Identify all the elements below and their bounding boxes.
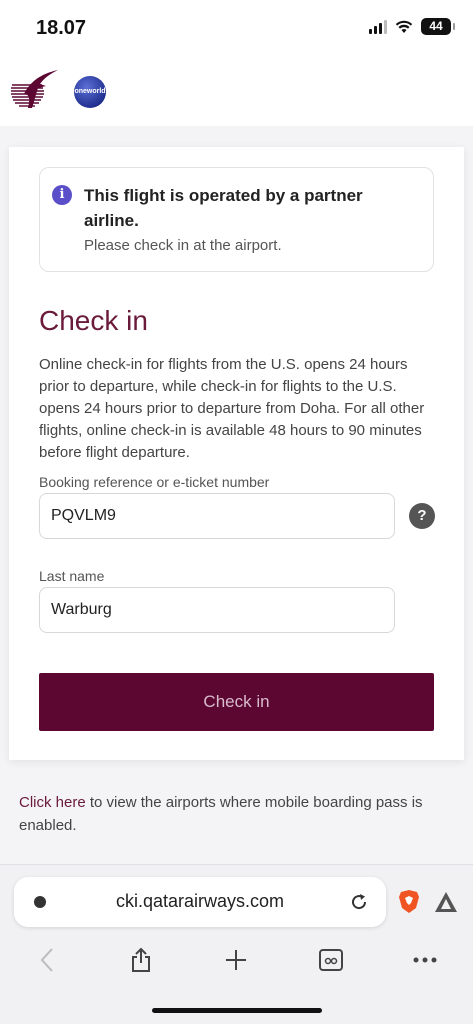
page-title: Check in xyxy=(39,305,148,336)
brand-header: oneworld xyxy=(0,58,473,126)
browser-toolbar: cki.qatarairways.com xyxy=(0,864,473,1024)
checkin-card: i This flight is operated by a partner a… xyxy=(9,147,464,760)
new-tab-button[interactable] xyxy=(221,945,251,975)
reload-icon[interactable] xyxy=(348,891,370,913)
home-indicator[interactable] xyxy=(152,1008,322,1013)
clock: 18.07 xyxy=(36,17,87,39)
last-name-input[interactable] xyxy=(39,587,395,633)
oneworld-logo: oneworld xyxy=(74,76,106,108)
booking-reference-input[interactable] xyxy=(39,493,395,539)
checkin-description: Online check-in for flights from the U.S… xyxy=(39,356,425,461)
status-icons: 44 xyxy=(369,18,455,35)
check-in-button[interactable]: Check in xyxy=(39,673,434,731)
url-text: cki.qatarairways.com xyxy=(115,891,285,911)
share-icon xyxy=(132,947,150,972)
partner-airline-notice: i This flight is operated by a partner a… xyxy=(39,167,434,272)
click-here-link[interactable]: Click here xyxy=(19,794,86,811)
tabs-button[interactable] xyxy=(316,945,346,975)
share-button[interactable] xyxy=(126,945,156,975)
qatar-airways-logo xyxy=(11,70,58,108)
more-menu-button[interactable] xyxy=(410,945,440,975)
address-bar[interactable]: cki.qatarairways.com xyxy=(14,877,386,927)
more-icon xyxy=(413,957,437,963)
help-icon[interactable]: ? xyxy=(409,503,435,529)
cellular-signal-icon xyxy=(369,19,387,34)
brave-rewards-icon[interactable] xyxy=(434,891,458,913)
plus-icon xyxy=(226,950,246,970)
wifi-icon xyxy=(395,20,413,33)
notice-title: This flight is operated by a partner air… xyxy=(84,186,363,230)
notice-subtitle: Please check in at the airport. xyxy=(84,237,282,254)
back-button[interactable] xyxy=(32,945,62,975)
brave-shield-icon[interactable] xyxy=(398,889,420,914)
info-icon: i xyxy=(52,185,72,205)
status-bar: 18.07 44 xyxy=(0,0,473,58)
booking-reference-label: Booking reference or e-ticket number xyxy=(39,474,270,490)
mobile-boarding-pass-note: Click here to view the airports where mo… xyxy=(19,791,449,837)
last-name-label: Last name xyxy=(39,568,105,584)
battery-icon: 44 xyxy=(421,18,455,35)
chevron-left-icon xyxy=(40,948,53,972)
tabs-icon xyxy=(319,949,343,971)
browser-nav-row xyxy=(0,945,473,977)
